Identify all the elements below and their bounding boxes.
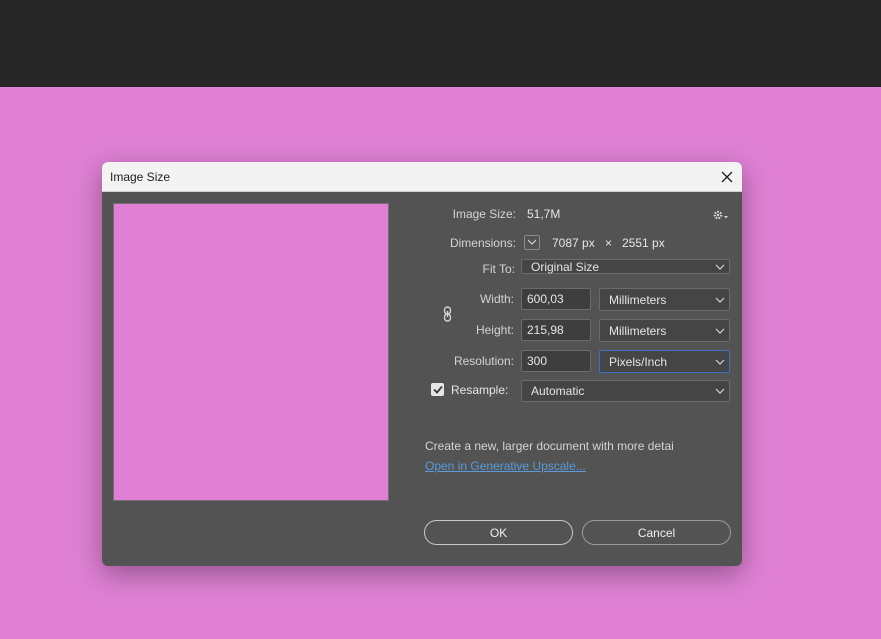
chevron-down-icon — [715, 359, 725, 365]
dimensions-label: Dimensions: — [449, 236, 516, 250]
image-size-dialog: Image Size Image Size: 51,7M Dimensions:… — [102, 162, 742, 566]
checkmark-icon — [432, 385, 443, 394]
ok-button[interactable]: OK — [424, 520, 573, 545]
cancel-button[interactable]: Cancel — [582, 520, 731, 545]
dialog-titlebar[interactable]: Image Size — [102, 162, 742, 192]
height-label: Height: — [475, 323, 514, 337]
width-unit-value: Millimeters — [609, 292, 667, 307]
fit-to-select[interactable]: Original Size — [521, 259, 730, 274]
generative-upscale-link[interactable]: Open in Generative Upscale... — [425, 459, 586, 473]
width-input[interactable]: 600,03 — [521, 288, 591, 310]
resample-checkbox[interactable] — [431, 383, 444, 396]
dimensions-height: 2551 px — [622, 236, 665, 250]
dialog-title: Image Size — [110, 170, 171, 184]
width-label: Width: — [479, 292, 514, 306]
height-input[interactable]: 215,98 — [521, 319, 591, 341]
resample-label: Resample: — [451, 383, 509, 397]
fit-to-value: Original Size — [531, 259, 600, 274]
chevron-down-icon — [715, 388, 725, 394]
close-icon — [721, 171, 733, 183]
resolution-label: Resolution: — [453, 354, 514, 368]
fit-to-label: Fit To: — [482, 262, 515, 276]
resolution-unit-select[interactable]: Pixels/Inch — [599, 350, 730, 373]
width-value: 600,03 — [527, 292, 564, 306]
height-value: 215,98 — [527, 323, 564, 337]
resolution-input[interactable]: 300 — [521, 350, 591, 372]
dimensions-times: × — [605, 236, 613, 250]
image-size-value: 51,7M — [527, 207, 561, 221]
chevron-down-icon — [527, 239, 537, 245]
dimensions-width: 7087 px — [552, 236, 595, 250]
width-unit-select[interactable]: Millimeters — [599, 288, 730, 311]
chevron-down-icon — [715, 328, 725, 334]
close-button[interactable] — [714, 164, 740, 190]
chevron-down-icon — [715, 264, 725, 270]
constrain-proportions-button[interactable] — [442, 306, 454, 322]
image-size-label: Image Size: — [452, 207, 516, 221]
app-top-bar — [0, 0, 881, 87]
dimensions-unit-dropdown[interactable] — [524, 235, 540, 250]
gear-icon — [713, 210, 728, 220]
height-unit-value: Millimeters — [609, 323, 667, 338]
image-preview[interactable] — [113, 203, 389, 501]
settings-menu-button[interactable] — [712, 208, 730, 222]
chevron-down-icon — [715, 297, 725, 303]
link-chain-icon — [443, 306, 452, 322]
upscale-info-text: Create a new, larger document with more … — [425, 439, 674, 453]
resolution-unit-value: Pixels/Inch — [609, 354, 668, 369]
resample-method-select[interactable]: Automatic — [521, 380, 730, 402]
resample-method-value: Automatic — [531, 384, 585, 398]
resolution-value: 300 — [527, 354, 548, 368]
height-unit-select[interactable]: Millimeters — [599, 319, 730, 342]
